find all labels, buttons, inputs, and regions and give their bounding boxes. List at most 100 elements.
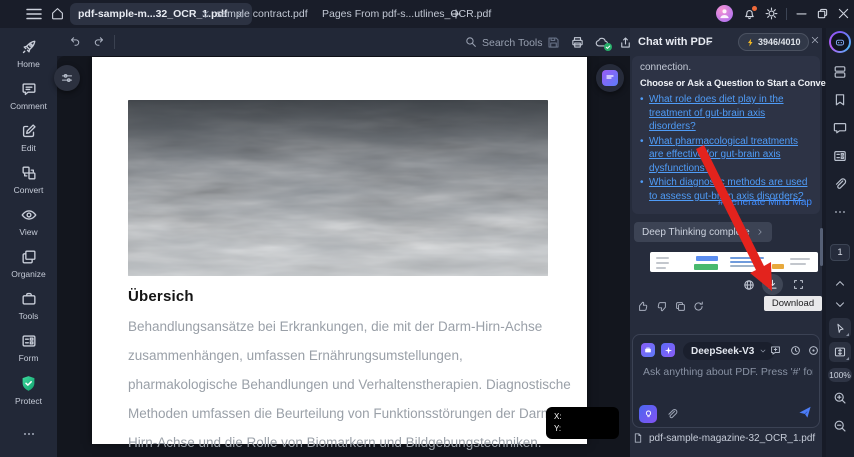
bookmarks-panel-icon[interactable] xyxy=(832,92,848,108)
chevron-down-icon xyxy=(761,349,766,353)
eye-icon xyxy=(21,210,36,220)
new-tab-icon[interactable] xyxy=(450,8,462,20)
chat-input-card[interactable]: DeepSeek-V3 xyxy=(632,334,820,428)
select-tool-button[interactable] xyxy=(829,318,851,338)
generate-mindmap-link[interactable]: #Generate Mind Map xyxy=(718,197,812,208)
tab-inactive-2[interactable]: Pages From pdf-s...utlines_OCR.pdf xyxy=(322,8,491,20)
comments-panel-icon[interactable] xyxy=(832,120,848,136)
window-restore-icon[interactable] xyxy=(815,6,830,21)
sidebar-item-edit[interactable]: Edit xyxy=(0,122,57,153)
download-tooltip: Download xyxy=(764,296,822,311)
prompt-heading: Choose or Ask a Question to Start a Conv… xyxy=(640,78,854,88)
notifications-bell-icon[interactable] xyxy=(742,6,757,21)
chat-title-chevron-icon[interactable] xyxy=(704,39,713,48)
ai-sparkle-icon[interactable] xyxy=(661,343,675,357)
sidebar-item-tools[interactable]: Tools xyxy=(0,290,57,321)
ai-assistant-float-button[interactable] xyxy=(596,64,624,92)
new-chat-icon[interactable] xyxy=(769,344,782,357)
sidebar-item-protect[interactable]: Protect xyxy=(0,374,57,406)
sidebar-item-form[interactable]: Form xyxy=(0,332,57,363)
page-number-box[interactable]: 1 xyxy=(830,244,850,261)
translate-globe-icon[interactable] xyxy=(742,278,756,292)
panel-settings-sliders-button[interactable] xyxy=(54,65,80,91)
sidebar-item-convert[interactable]: Convert xyxy=(0,164,57,195)
pdf-page[interactable]: Übersich Behandlungsansätze bei Erkranku… xyxy=(92,57,587,450)
fit-page-button[interactable] xyxy=(829,342,851,362)
suggested-question[interactable]: What role does diet play in the treatmen… xyxy=(640,93,812,134)
ai-suggest-bulb-button[interactable] xyxy=(639,405,657,423)
sidebar-item-comment[interactable]: Comment xyxy=(0,80,57,111)
scrollbar-thumb[interactable] xyxy=(820,228,823,266)
ai-chat-bot-button[interactable] xyxy=(829,31,851,53)
thumbnails-panel-icon[interactable] xyxy=(832,64,848,80)
right-rail: 1 100% xyxy=(826,28,854,457)
document-viewport[interactable]: Übersich Behandlungsansätze bei Erkranku… xyxy=(57,56,630,457)
sidebar-item-view[interactable]: View xyxy=(0,206,57,237)
coordinates-tooltip: X: Y: xyxy=(546,407,619,439)
search-icon[interactable] xyxy=(464,35,478,49)
save-icon[interactable] xyxy=(546,35,561,50)
send-icon[interactable] xyxy=(797,404,813,420)
convert-icon xyxy=(21,166,36,180)
zoom-in-icon[interactable] xyxy=(832,390,848,406)
history-clock-icon[interactable] xyxy=(789,344,802,357)
copy-icon[interactable] xyxy=(674,300,687,313)
notification-dot xyxy=(752,6,757,11)
shield-check-icon xyxy=(22,376,35,391)
settings-gear-icon[interactable] xyxy=(764,6,779,21)
rail-more-icon[interactable] xyxy=(832,204,848,220)
regenerate-icon[interactable] xyxy=(692,300,705,313)
sidebar-item-home[interactable]: Home xyxy=(0,38,57,69)
scope-icon[interactable] xyxy=(807,344,820,357)
deep-thinking-status[interactable]: Deep Thinking complete xyxy=(634,222,772,242)
home-icon[interactable] xyxy=(50,6,65,21)
tab-inactive-1[interactable]: sample contract.pdf xyxy=(216,8,308,20)
share-icon[interactable] xyxy=(618,35,633,50)
thumb-blue-node xyxy=(696,256,718,261)
sidebar-item-organize[interactable]: Organize xyxy=(0,248,57,279)
page-down-icon[interactable] xyxy=(832,298,848,312)
file-icon xyxy=(634,433,642,443)
zoom-level-badge[interactable]: 100% xyxy=(828,368,852,382)
zoom-out-icon[interactable] xyxy=(832,418,848,434)
connection-text: connection. xyxy=(640,62,692,73)
chat-input[interactable] xyxy=(641,365,815,379)
window-minimize-icon[interactable] xyxy=(794,6,809,21)
sidebar-more-icon[interactable] xyxy=(0,426,57,442)
model-selector[interactable]: DeepSeek-V3 xyxy=(683,342,776,360)
edit-pencil-icon xyxy=(22,124,36,138)
cursor-icon xyxy=(836,323,844,333)
left-sidebar: Home Comment Edit Convert View Organize … xyxy=(0,28,57,457)
redo-icon[interactable] xyxy=(92,35,106,49)
attachments-panel-icon[interactable] xyxy=(832,176,848,192)
thumbs-up-icon[interactable] xyxy=(637,300,650,313)
chat-message-bubble: connection. Choose or Ask a Question to … xyxy=(632,56,854,214)
chat-close-icon[interactable] xyxy=(810,35,820,45)
hamburger-menu-icon[interactable] xyxy=(26,8,42,20)
avatar[interactable] xyxy=(716,5,733,22)
attach-paperclip-icon[interactable] xyxy=(665,407,679,421)
thumbs-down-icon[interactable] xyxy=(655,300,668,313)
undo-icon[interactable] xyxy=(68,35,82,49)
cloud-check-badge xyxy=(604,43,612,51)
window-close-icon[interactable] xyxy=(836,6,851,21)
tab-list-chevrons-icon[interactable] xyxy=(200,9,211,20)
toolbox-icon[interactable] xyxy=(641,343,655,357)
expand-fullscreen-icon[interactable] xyxy=(792,278,805,291)
form-fields-panel-icon[interactable] xyxy=(832,148,848,164)
lightning-icon xyxy=(748,38,753,46)
page-up-icon[interactable] xyxy=(832,276,848,290)
suggested-question[interactable]: What pharmacological treatments are effe… xyxy=(640,135,812,176)
pages-icon xyxy=(21,250,36,264)
search-tools-label[interactable]: Search Tools xyxy=(482,37,543,49)
chevron-right-icon xyxy=(758,229,762,235)
attached-file-chip[interactable]: pdf-sample-magazine-32_OCR_1.pdf xyxy=(632,432,815,444)
cloud-sync-icon[interactable] xyxy=(594,35,612,51)
download-icon[interactable] xyxy=(762,274,783,295)
print-icon[interactable] xyxy=(570,35,585,50)
mindmap-thumbnail[interactable] xyxy=(650,252,818,272)
rocket-icon xyxy=(22,40,35,54)
chat-panel-title[interactable]: Chat with PDF xyxy=(638,36,713,48)
form-icon xyxy=(21,335,36,347)
document-paragraph: Behandlungsansätze bei Erkrankungen, die… xyxy=(128,319,571,450)
